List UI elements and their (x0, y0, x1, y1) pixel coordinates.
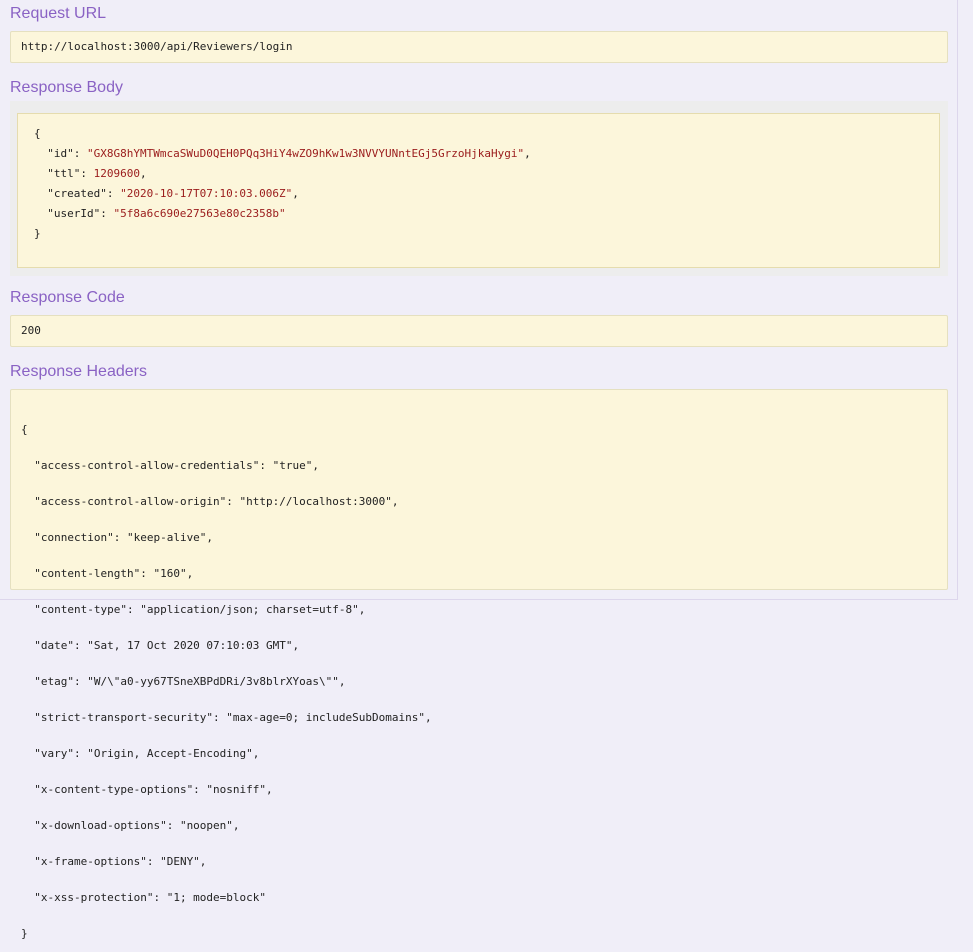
response-body-code[interactable]: { "id": "GX8G8hYMTWmcaSWuD0QEH0PQq3HiY4w… (17, 113, 940, 268)
json-comma: , (292, 187, 299, 200)
header-line: "strict-transport-security": "max-age=0;… (21, 711, 432, 724)
header-line: "access-control-allow-origin": "http://l… (21, 495, 399, 508)
json-key: "userId" (47, 207, 101, 220)
header-line: "content-type": "application/json; chars… (21, 603, 366, 616)
header-line: "x-frame-options": "DENY", (21, 855, 207, 868)
header-line: "etag": "W/\"a0-yy67TSneXBPdDRi/3v8blrXY… (21, 675, 346, 688)
json-key: "created" (47, 187, 107, 200)
response-body-heading: Response Body (10, 79, 123, 96)
json-field: "created": "2020-10-17T07:10:03.006Z", (47, 187, 299, 200)
json-value: "2020-10-17T07:10:03.006Z" (120, 187, 293, 200)
json-value: 1209600 (93, 167, 140, 180)
json-comma: , (524, 147, 531, 160)
json-field: "id": "GX8G8hYMTWmcaSWuD0QEH0PQq3HiY4wZO… (47, 147, 531, 160)
request-url-heading: Request URL (10, 5, 107, 22)
response-headers-code[interactable]: { "access-control-allow-credentials": "t… (10, 389, 948, 940)
response-code-field[interactable]: 200 (10, 315, 948, 347)
header-line: "content-length": "160", (21, 567, 194, 580)
header-line: } (21, 927, 28, 940)
json-open-brace: { (34, 127, 41, 140)
response-body-container: { "id": "GX8G8hYMTWmcaSWuD0QEH0PQq3HiY4w… (10, 101, 948, 276)
json-comma: , (139, 167, 147, 180)
header-line: "date": "Sat, 17 Oct 2020 07:10:03 GMT", (21, 639, 300, 652)
json-value: "5f8a6c690e27563e80c2358b" (113, 207, 286, 220)
json-key: "ttl" (47, 167, 81, 180)
header-line: "x-download-options": "noopen", (21, 819, 240, 832)
json-key: "id" (47, 147, 74, 160)
header-line: "connection": "keep-alive", (21, 531, 214, 544)
header-line: { (21, 423, 28, 436)
header-line: "x-xss-protection": "1; mode=block" (21, 891, 267, 904)
json-field: "userId": "5f8a6c690e27563e80c2358b" (47, 207, 286, 220)
response-headers-heading: Response Headers (10, 363, 147, 380)
json-field: "ttl": 1209600, (47, 167, 147, 180)
header-line: "x-content-type-options": "nosniff", (21, 783, 273, 796)
header-line: "access-control-allow-credentials": "tru… (21, 459, 320, 472)
request-url-field[interactable]: http://localhost:3000/api/Reviewers/logi… (10, 31, 948, 63)
json-value: "GX8G8hYMTWmcaSWuD0QEH0PQq3HiY4wZO9hKw1w… (87, 147, 525, 160)
json-close-brace: } (34, 227, 41, 240)
header-line: "vary": "Origin, Accept-Encoding", (21, 747, 260, 760)
response-code-heading: Response Code (10, 289, 125, 306)
